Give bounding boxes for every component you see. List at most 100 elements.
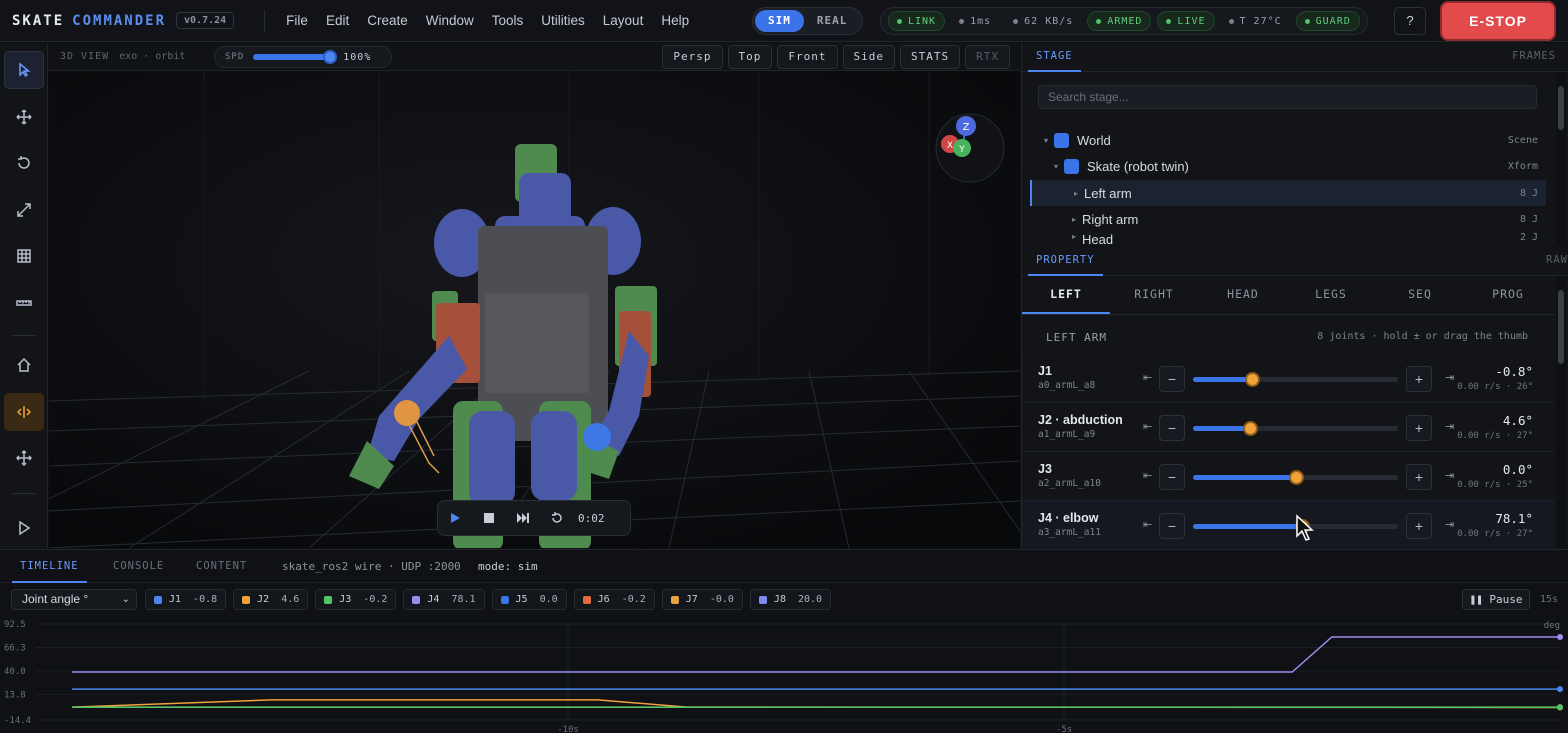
expand-arrow-icon[interactable]: ▸ xyxy=(1074,189,1084,198)
tab-right[interactable]: RIGHT xyxy=(1110,276,1198,314)
help-button[interactable]: ? xyxy=(1394,7,1426,35)
decrement-button[interactable]: − xyxy=(1159,464,1185,490)
decrement-button[interactable]: − xyxy=(1159,513,1185,539)
scroll-thumb[interactable] xyxy=(1558,290,1564,364)
menu-create[interactable]: Create xyxy=(367,13,408,28)
view-top-button[interactable]: Top xyxy=(728,45,773,69)
view-persp-button[interactable]: Persp xyxy=(662,45,722,69)
tab-stage[interactable]: STAGE xyxy=(1028,43,1081,72)
jump-min-icon[interactable]: ⇤ xyxy=(1143,420,1152,433)
tree-item-right-arm[interactable]: ▸ Right arm8 J xyxy=(1030,206,1546,232)
menu-utilities[interactable]: Utilities xyxy=(541,13,585,28)
slider-fill xyxy=(1193,377,1252,382)
jump-max-icon[interactable]: ⇥ xyxy=(1445,518,1454,531)
tab-timeline[interactable]: TIMELINE xyxy=(12,550,87,583)
jump-min-icon[interactable]: ⇤ xyxy=(1143,469,1152,482)
tab-property[interactable]: PROPERTY xyxy=(1028,247,1103,276)
scale-tool-button[interactable] xyxy=(4,191,44,229)
menu-help[interactable]: Help xyxy=(661,13,689,28)
joint-slider[interactable] xyxy=(1193,426,1398,431)
speed-track[interactable] xyxy=(253,54,331,60)
legend-item-j5[interactable]: J50.0 xyxy=(492,589,567,610)
jump-max-icon[interactable]: ⇥ xyxy=(1445,469,1454,482)
menu-edit[interactable]: Edit xyxy=(326,13,349,28)
joint-slider[interactable] xyxy=(1193,475,1398,480)
estop-button[interactable]: E-STOP xyxy=(1440,1,1556,41)
increment-button[interactable]: + xyxy=(1406,366,1432,392)
legend-item-j3[interactable]: J3-0.2 xyxy=(315,589,396,610)
collapse-arrow-icon[interactable]: ▾ xyxy=(1044,136,1054,145)
mode-sim-button[interactable]: SIM xyxy=(755,10,804,32)
expand-arrow-icon[interactable]: ▸ xyxy=(1072,215,1082,224)
tab-legs[interactable]: LEGS xyxy=(1287,276,1375,314)
menu-window[interactable]: Window xyxy=(426,13,474,28)
pause-button[interactable]: ❚❚ Pause xyxy=(1462,589,1530,610)
ruler-tool-button[interactable] xyxy=(4,284,44,322)
menu-layout[interactable]: Layout xyxy=(603,13,644,28)
view-side-button[interactable]: Side xyxy=(843,45,896,69)
decrement-button[interactable]: − xyxy=(1159,366,1185,392)
run-button[interactable] xyxy=(4,509,44,547)
view-front-button[interactable]: Front xyxy=(777,45,837,69)
tree-item-head[interactable]: ▸ Head2 J xyxy=(1030,232,1546,246)
tree-item-robot[interactable]: ▾ Skate (robot twin)Xform xyxy=(1030,153,1546,179)
metric-select[interactable]: Joint angle °⌄ xyxy=(11,589,137,610)
slider-thumb[interactable] xyxy=(1243,421,1258,436)
viewport[interactable]: 3D VIEW exo · orbit SPD 100% Persp Top F… xyxy=(49,43,1020,548)
legend-item-j1[interactable]: J1-0.8 xyxy=(145,589,226,610)
menu-file[interactable]: File xyxy=(286,13,308,28)
transform-tool-button[interactable] xyxy=(4,439,44,477)
tab-raw[interactable]: RAW xyxy=(1546,247,1568,276)
legend-item-j4[interactable]: J478.1 xyxy=(403,589,484,610)
joint-chart[interactable]: 92.566.340.013.8-14.4 -10s-5s deg xyxy=(0,616,1568,733)
stop-button[interactable] xyxy=(472,511,506,525)
split-tool-button[interactable] xyxy=(4,393,44,431)
legend-item-j7[interactable]: J7-0.0 xyxy=(662,589,743,610)
slider-thumb[interactable] xyxy=(1289,470,1304,485)
loop-button[interactable] xyxy=(540,511,574,525)
tab-prog[interactable]: PROG xyxy=(1464,276,1552,314)
legend-item-j2[interactable]: J24.6 xyxy=(233,589,308,610)
jump-min-icon[interactable]: ⇤ xyxy=(1143,371,1152,384)
mode-real-button[interactable]: REAL xyxy=(804,10,861,32)
speed-slider[interactable]: SPD 100% xyxy=(214,46,392,68)
tab-content[interactable]: CONTENT xyxy=(196,550,247,583)
select-tool-button[interactable] xyxy=(4,51,44,89)
jump-max-icon[interactable]: ⇥ xyxy=(1445,371,1454,384)
play-button[interactable] xyxy=(438,511,472,525)
slider-thumb[interactable] xyxy=(1245,372,1260,387)
stage-search-input[interactable] xyxy=(1038,85,1537,109)
home-tool-button[interactable] xyxy=(4,346,44,384)
scene-canvas[interactable]: Z X Y xyxy=(49,71,1020,548)
grid-tool-button[interactable] xyxy=(4,237,44,275)
tree-item-left-arm[interactable]: ▸ Left arm8 J xyxy=(1030,180,1546,206)
tab-head[interactable]: HEAD xyxy=(1199,276,1287,314)
tab-seq[interactable]: SEQ xyxy=(1376,276,1464,314)
stage-scrollbar[interactable] xyxy=(1556,72,1566,244)
time-window[interactable]: 15s xyxy=(1540,589,1558,610)
tab-console[interactable]: CONSOLE xyxy=(113,550,164,583)
move-tool-button[interactable] xyxy=(4,98,44,136)
expand-arrow-icon[interactable]: ▸ xyxy=(1072,232,1082,241)
scroll-thumb[interactable] xyxy=(1558,86,1564,130)
menu-tools[interactable]: Tools xyxy=(492,13,524,28)
property-scrollbar[interactable] xyxy=(1556,276,1566,548)
tree-item-world[interactable]: ▾ WorldScene xyxy=(1030,127,1546,153)
jump-max-icon[interactable]: ⇥ xyxy=(1445,420,1454,433)
increment-button[interactable]: + xyxy=(1406,464,1432,490)
tab-left[interactable]: LEFT xyxy=(1022,276,1110,314)
stats-button[interactable]: STATS xyxy=(900,45,960,69)
speed-thumb[interactable] xyxy=(323,50,337,64)
step-button[interactable] xyxy=(506,511,540,525)
increment-button[interactable]: + xyxy=(1406,513,1432,539)
jump-min-icon[interactable]: ⇤ xyxy=(1143,518,1152,531)
legend-item-j6[interactable]: J6-0.2 xyxy=(574,589,655,610)
joint-slider[interactable] xyxy=(1193,377,1398,382)
tab-frames[interactable]: FRAMES xyxy=(1512,43,1556,72)
decrement-button[interactable]: − xyxy=(1159,415,1185,441)
legend-item-j8[interactable]: J820.0 xyxy=(750,589,831,610)
rotate-tool-button[interactable] xyxy=(4,144,44,182)
rtx-button[interactable]: RTX xyxy=(965,45,1010,69)
collapse-arrow-icon[interactable]: ▾ xyxy=(1054,162,1064,171)
increment-button[interactable]: + xyxy=(1406,415,1432,441)
